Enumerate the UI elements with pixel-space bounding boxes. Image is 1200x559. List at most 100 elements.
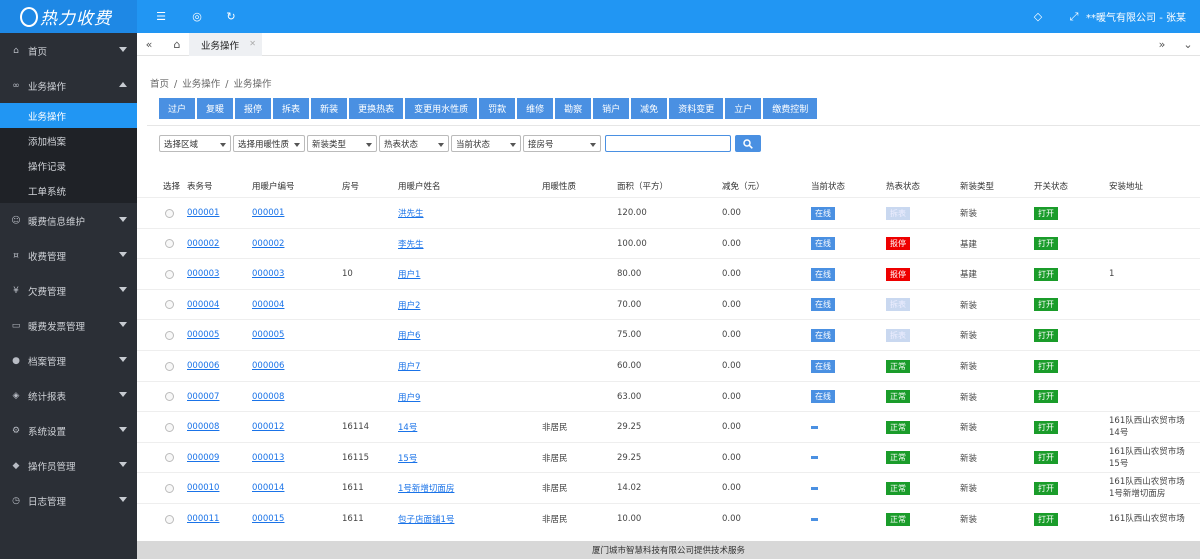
switch-status[interactable]: 打开 bbox=[1034, 198, 1058, 228]
sidebar-item[interactable]: ▭ 暖费发票管理 bbox=[0, 308, 137, 343]
radio-button[interactable] bbox=[165, 330, 174, 340]
table-row[interactable]: 000005 000005 用户6 75.00 0.00 在线 拆表 新装 打开 bbox=[137, 319, 1200, 350]
user-number-link[interactable]: 000001 bbox=[252, 198, 284, 228]
user-number-link[interactable]: 000004 bbox=[252, 290, 284, 320]
switch-status[interactable]: 打开 bbox=[1034, 443, 1058, 473]
tab-business[interactable]: 业务操作 ✕ bbox=[189, 33, 262, 56]
switch-status[interactable]: 打开 bbox=[1034, 504, 1058, 534]
toolbar-button[interactable]: 复暖 bbox=[197, 98, 234, 119]
switch-status[interactable]: 打开 bbox=[1034, 229, 1058, 259]
toolbar-button[interactable]: 报停 bbox=[235, 98, 272, 119]
radio-button[interactable] bbox=[165, 453, 174, 463]
user-name-link[interactable]: 14号 bbox=[398, 412, 417, 442]
switch-status[interactable]: 打开 bbox=[1034, 412, 1058, 442]
sidebar-subitem[interactable]: 工单系统 bbox=[0, 178, 137, 203]
meter-number-link[interactable]: 000002 bbox=[187, 229, 219, 259]
sidebar-item[interactable]: ◷ 日志管理 bbox=[0, 483, 137, 518]
toolbar-button[interactable]: 维修 bbox=[517, 98, 554, 119]
meter-number-link[interactable]: 000001 bbox=[187, 198, 219, 228]
switch-badge[interactable]: 打开 bbox=[1034, 451, 1058, 465]
select-radio[interactable] bbox=[165, 320, 174, 350]
radio-button[interactable] bbox=[165, 392, 174, 402]
sidebar-item[interactable]: ¥ 欠费管理 bbox=[0, 273, 137, 308]
switch-status[interactable]: 打开 bbox=[1034, 290, 1058, 320]
switch-badge[interactable]: 打开 bbox=[1034, 267, 1058, 281]
toolbar-button[interactable]: 罚款 bbox=[479, 98, 516, 119]
switch-status[interactable]: 打开 bbox=[1034, 259, 1058, 289]
toolbar-button[interactable]: 新装 bbox=[311, 98, 348, 119]
meter-number-link[interactable]: 000008 bbox=[187, 412, 219, 442]
toolbar-button[interactable]: 勘察 bbox=[555, 98, 592, 119]
sidebar-subitem[interactable]: 业务操作 bbox=[0, 103, 137, 128]
sidebar-item[interactable]: ⌂ 首页 bbox=[0, 33, 137, 68]
switch-badge[interactable]: 打开 bbox=[1034, 298, 1058, 312]
radio-button[interactable] bbox=[165, 422, 174, 432]
tag-icon[interactable]: ◇ bbox=[1028, 0, 1048, 33]
switch-badge[interactable]: 打开 bbox=[1034, 390, 1058, 404]
fullscreen-icon[interactable]: ⤢ bbox=[1064, 0, 1084, 33]
user-number-link[interactable]: 000008 bbox=[252, 382, 284, 412]
sidebar-item[interactable]: ¤ 收费管理 bbox=[0, 238, 137, 273]
select-radio[interactable] bbox=[165, 504, 174, 534]
select-radio[interactable] bbox=[165, 382, 174, 412]
sidebar-item[interactable]: ◈ 统计报表 bbox=[0, 378, 137, 413]
close-icon[interactable]: ✕ bbox=[249, 39, 256, 48]
filter-select[interactable]: 选择用暖性质 bbox=[233, 135, 305, 152]
table-row[interactable]: 000004 000004 用户2 70.00 0.00 在线 拆表 新装 打开 bbox=[137, 288, 1200, 320]
user-company[interactable]: **暖气有限公司 - 张某 bbox=[1086, 0, 1186, 33]
select-radio[interactable] bbox=[165, 290, 174, 320]
table-row[interactable]: 000011 000015 1611 包子店面铺1号 非居民 10.00 0.00 正常 新装 打… bbox=[137, 503, 1200, 534]
switch-status[interactable]: 打开 bbox=[1034, 351, 1058, 381]
user-name-link[interactable]: 1号新增切面房 bbox=[398, 473, 454, 503]
user-name-link[interactable]: 洪先生 bbox=[398, 198, 424, 228]
sidebar-item[interactable]: ∞ 业务操作 bbox=[0, 68, 137, 103]
table-row[interactable]: 000007 000008 用户9 63.00 0.00 在线 正常 新装 打开 bbox=[137, 380, 1200, 412]
radio-button[interactable] bbox=[165, 239, 174, 249]
chevron-down-icon[interactable]: ⌄ bbox=[1177, 33, 1199, 56]
user-number-link[interactable]: 000013 bbox=[252, 443, 284, 473]
user-name-link[interactable]: 李先生 bbox=[398, 229, 424, 259]
user-number-link[interactable]: 000005 bbox=[252, 320, 284, 350]
switch-badge[interactable]: 打开 bbox=[1034, 420, 1058, 434]
user-name-link[interactable]: 包子店面铺1号 bbox=[398, 504, 454, 534]
switch-badge[interactable]: 打开 bbox=[1034, 359, 1058, 373]
toolbar-button[interactable]: 更换热表 bbox=[349, 98, 404, 119]
user-number-link[interactable]: 000003 bbox=[252, 259, 284, 289]
table-row[interactable]: 000001 000001 洪先生 120.00 0.00 在线 拆表 新装 打开 bbox=[137, 197, 1200, 228]
meter-number-link[interactable]: 000007 bbox=[187, 382, 219, 412]
user-name-link[interactable]: 用户1 bbox=[398, 259, 420, 289]
sidebar-item[interactable]: ⚙ 系统设置 bbox=[0, 413, 137, 448]
radio-button[interactable] bbox=[165, 300, 174, 310]
radio-button[interactable] bbox=[165, 361, 174, 371]
breadcrumb-item[interactable]: 业务操作 bbox=[182, 79, 220, 90]
user-number-link[interactable]: 000015 bbox=[252, 504, 284, 534]
toolbar-button[interactable]: 拆表 bbox=[273, 98, 310, 119]
search-input[interactable] bbox=[605, 135, 731, 152]
select-radio[interactable] bbox=[165, 351, 174, 381]
user-number-link[interactable]: 000012 bbox=[252, 412, 284, 442]
toolbar-button[interactable]: 资料变更 bbox=[669, 98, 724, 119]
refresh-icon[interactable]: ↻ bbox=[221, 0, 241, 33]
user-name-link[interactable]: 用户9 bbox=[398, 382, 420, 412]
user-name-link[interactable]: 用户2 bbox=[398, 290, 420, 320]
switch-status[interactable]: 打开 bbox=[1034, 382, 1058, 412]
toolbar-button[interactable]: 缴费控制 bbox=[763, 98, 818, 119]
meter-number-link[interactable]: 000010 bbox=[187, 473, 219, 503]
toolbar-button[interactable]: 减免 bbox=[631, 98, 668, 119]
menu-toggle-icon[interactable]: ☰ bbox=[151, 0, 171, 33]
meter-number-link[interactable]: 000011 bbox=[187, 504, 219, 534]
radio-button[interactable] bbox=[165, 483, 174, 493]
table-row[interactable]: 000006 000006 用户7 60.00 0.00 在线 正常 新装 打开 bbox=[137, 350, 1200, 381]
search-button[interactable] bbox=[735, 135, 761, 152]
switch-badge[interactable]: 打开 bbox=[1034, 328, 1058, 342]
select-radio[interactable] bbox=[165, 259, 174, 289]
radio-button[interactable] bbox=[165, 208, 174, 218]
sidebar-item[interactable]: ◆ 操作员管理 bbox=[0, 448, 137, 483]
user-number-link[interactable]: 000014 bbox=[252, 473, 284, 503]
select-radio[interactable] bbox=[165, 473, 174, 503]
sidebar-item[interactable]: ● 档案管理 bbox=[0, 343, 137, 378]
user-number-link[interactable]: 000002 bbox=[252, 229, 284, 259]
user-name-link[interactable]: 15号 bbox=[398, 443, 417, 473]
select-radio[interactable] bbox=[165, 229, 174, 259]
toolbar-button[interactable]: 立户 bbox=[725, 98, 762, 119]
